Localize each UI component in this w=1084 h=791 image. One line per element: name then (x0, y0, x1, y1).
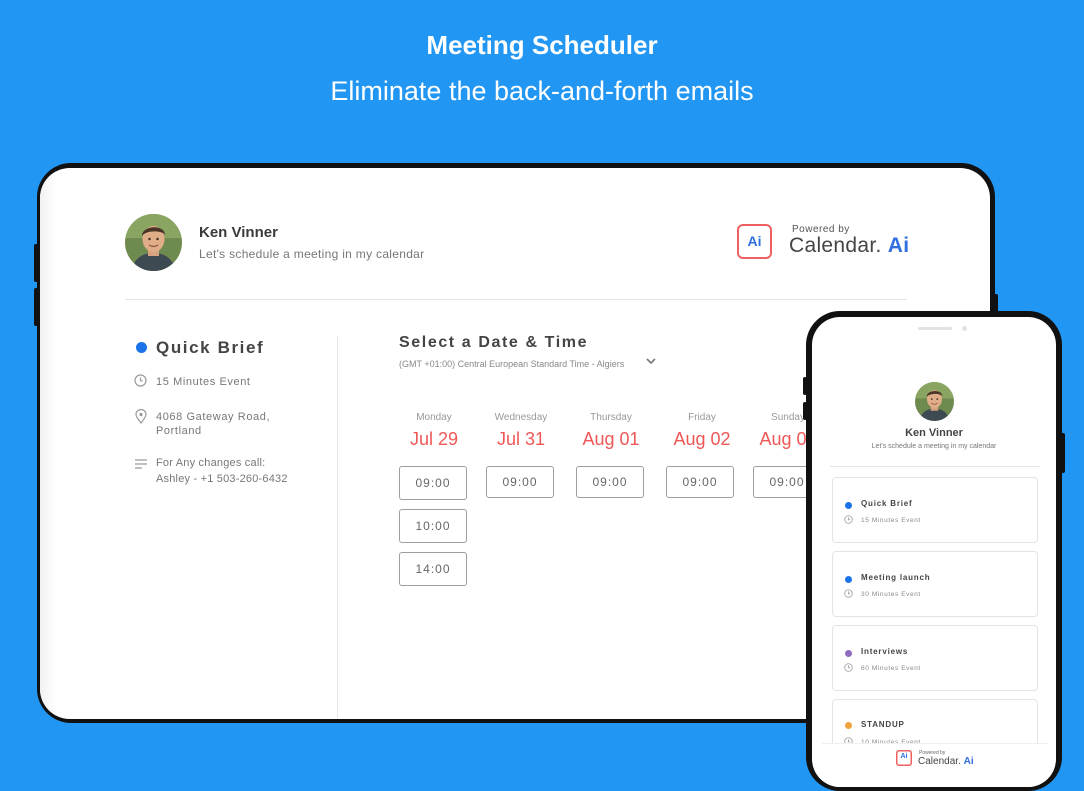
phone-side-button (803, 377, 807, 395)
time-slot-button[interactable]: 14:00 (399, 552, 467, 586)
clock-icon (844, 589, 853, 600)
time-slot-button[interactable]: 09:00 (666, 466, 734, 498)
event-card-subtitle: 30 Minutes Event (861, 591, 921, 598)
clock-icon (844, 663, 853, 674)
host-name: Ken Vinner (199, 224, 278, 241)
event-color-dot (845, 650, 852, 657)
tablet-side-button (34, 288, 39, 326)
avatar (125, 214, 182, 271)
event-card-title: Meeting launch (861, 573, 931, 582)
column-divider (337, 336, 338, 719)
header-divider (125, 299, 907, 300)
phone-footer: Ai Powered by Calendar. Ai (822, 743, 1048, 787)
time-slot-button[interactable]: 09:00 (486, 466, 554, 498)
phone-host-name: Ken Vinner (905, 427, 963, 439)
hero-title: Meeting Scheduler (426, 30, 658, 60)
host-tagline: Let's schedule a meeting in my calendar (199, 247, 425, 261)
event-address-line2: Portland (156, 425, 202, 437)
day-name: Monday (416, 412, 452, 423)
event-color-dot (845, 722, 852, 729)
event-card[interactable]: Interviews 60 Minutes Event (832, 625, 1038, 691)
brand-name: Calendar. Ai (918, 756, 974, 767)
event-contact-line1: For Any changes call: (156, 457, 266, 469)
time-slot-button[interactable]: 09:00 (399, 466, 467, 500)
event-card-title: Interviews (861, 647, 909, 656)
event-card-subtitle: 60 Minutes Event (861, 665, 921, 672)
avatar (915, 382, 954, 421)
event-card-title: STANDUP (861, 720, 905, 729)
calendar-ai-logo-icon: Ai (896, 750, 912, 766)
event-address-line1: 4068 Gateway Road, (156, 411, 271, 423)
phone-host-tagline: Let's schedule a meeting in my calendar (871, 443, 997, 450)
time-slot-button[interactable]: 10:00 (399, 509, 467, 543)
phone-speaker (918, 327, 952, 330)
hero-subtitle: Eliminate the back-and-forth emails (330, 76, 754, 106)
event-title: Quick Brief (156, 338, 265, 357)
event-color-dot (136, 342, 147, 353)
day-date[interactable]: Jul 31 (481, 429, 561, 450)
phone-side-button (1061, 433, 1065, 473)
clock-icon (844, 515, 853, 526)
select-date-time-title: Select a Date & Time (399, 334, 589, 351)
day-name: Wednesday (494, 412, 548, 423)
notes-icon (134, 458, 148, 473)
calendar-ai-logo-icon: Ai (737, 224, 772, 259)
phone-screen: Ken Vinner Let's schedule a meeting in m… (812, 317, 1056, 787)
phone-divider (830, 466, 1040, 467)
event-color-dot (845, 576, 852, 583)
event-color-dot (845, 502, 852, 509)
event-duration: 15 Minutes Event (156, 376, 251, 388)
event-card[interactable]: Quick Brief 15 Minutes Event (832, 477, 1038, 543)
event-contact-line2: Ashley - +1 503-260-6432 (156, 473, 288, 485)
day-name: Friday (688, 412, 716, 423)
phone-side-button (803, 402, 807, 420)
brand-name: Calendar. Ai (789, 234, 910, 257)
timezone-select[interactable]: (GMT +01:00) Central European Standard T… (399, 359, 624, 369)
day-date[interactable]: Aug 01 (571, 429, 651, 450)
chevron-down-icon[interactable] (645, 354, 657, 370)
day-date[interactable]: Aug 02 (662, 429, 742, 450)
event-card-title: Quick Brief (861, 499, 913, 508)
clock-icon (134, 374, 147, 390)
time-slot-button[interactable]: 09:00 (576, 466, 644, 498)
day-date[interactable]: Jul 29 (394, 429, 474, 450)
event-card-subtitle: 15 Minutes Event (861, 517, 921, 524)
day-name: Thursday (590, 412, 632, 423)
event-card[interactable]: Meeting launch 30 Minutes Event (832, 551, 1038, 617)
tablet-side-button (34, 244, 39, 282)
location-pin-icon (135, 408, 147, 427)
phone-camera (962, 326, 967, 331)
